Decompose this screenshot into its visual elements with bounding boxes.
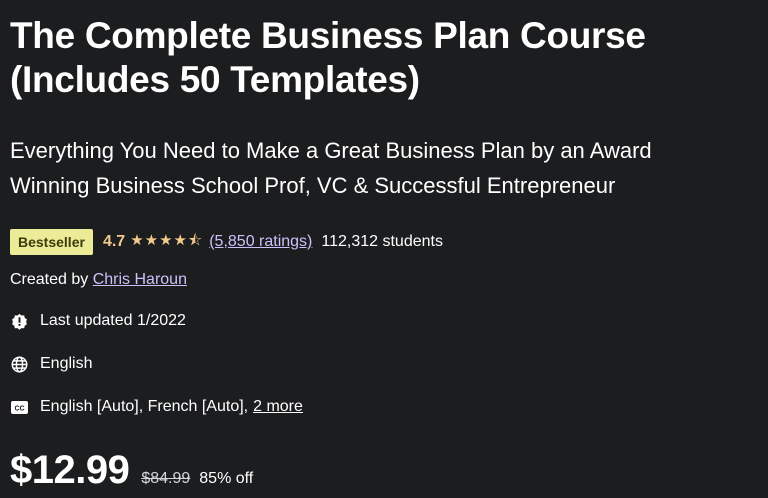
bestseller-badge: Bestseller xyxy=(10,229,93,255)
captions-text: English [Auto], French [Auto], xyxy=(40,398,249,415)
star-icon: ★ xyxy=(173,231,188,249)
rating-row: Bestseller 4.7 ★★★★⯪ (5,850 ratings) 112… xyxy=(10,228,443,256)
captions-row: CC English [Auto], French [Auto], 2 more xyxy=(10,398,303,416)
language-text: English xyxy=(40,355,93,372)
last-updated-text: Last updated 1/2022 xyxy=(40,312,186,329)
last-updated-row: Last updated 1/2022 xyxy=(10,312,186,330)
star-rating: ★★★★⯪ xyxy=(130,230,203,255)
captions-more-link[interactable]: 2 more xyxy=(253,398,303,416)
rating-value: 4.7 xyxy=(102,233,126,250)
created-by: Created by Chris Haroun xyxy=(10,271,187,289)
course-title-line-2: (Includes 50 Templates) xyxy=(10,59,420,100)
star-half-icon: ⯪ xyxy=(188,231,204,249)
svg-text:CC: CC xyxy=(14,405,24,412)
created-by-label: Created by xyxy=(10,271,89,288)
students-count: 112,312 students xyxy=(321,233,443,250)
discount-label: 85% off xyxy=(199,470,254,487)
course-title: The Complete Business Plan Course (Inclu… xyxy=(10,14,750,102)
price-row: $12.99 $84.99 85% off xyxy=(10,448,253,493)
alert-badge-icon xyxy=(10,312,28,330)
course-subtitle-line-1: Everything You Need to Make a Great Busi… xyxy=(10,138,652,163)
star-icon: ★ xyxy=(159,231,174,249)
course-title-line-1: The Complete Business Plan Course xyxy=(10,15,646,56)
globe-icon xyxy=(10,355,28,373)
original-price: $84.99 xyxy=(141,470,191,487)
star-icon: ★ xyxy=(130,231,145,249)
course-subtitle: Everything You Need to Make a Great Busi… xyxy=(10,133,750,203)
course-subtitle-line-2: Winning Business School Prof, VC & Succe… xyxy=(10,173,616,198)
language-row: English xyxy=(10,355,92,373)
closed-captions-icon: CC xyxy=(10,398,28,416)
star-icon: ★ xyxy=(144,231,160,249)
current-price: $12.99 xyxy=(10,448,130,492)
ratings-count-link[interactable]: (5,850 ratings) xyxy=(209,233,312,251)
author-link[interactable]: Chris Haroun xyxy=(93,271,187,288)
